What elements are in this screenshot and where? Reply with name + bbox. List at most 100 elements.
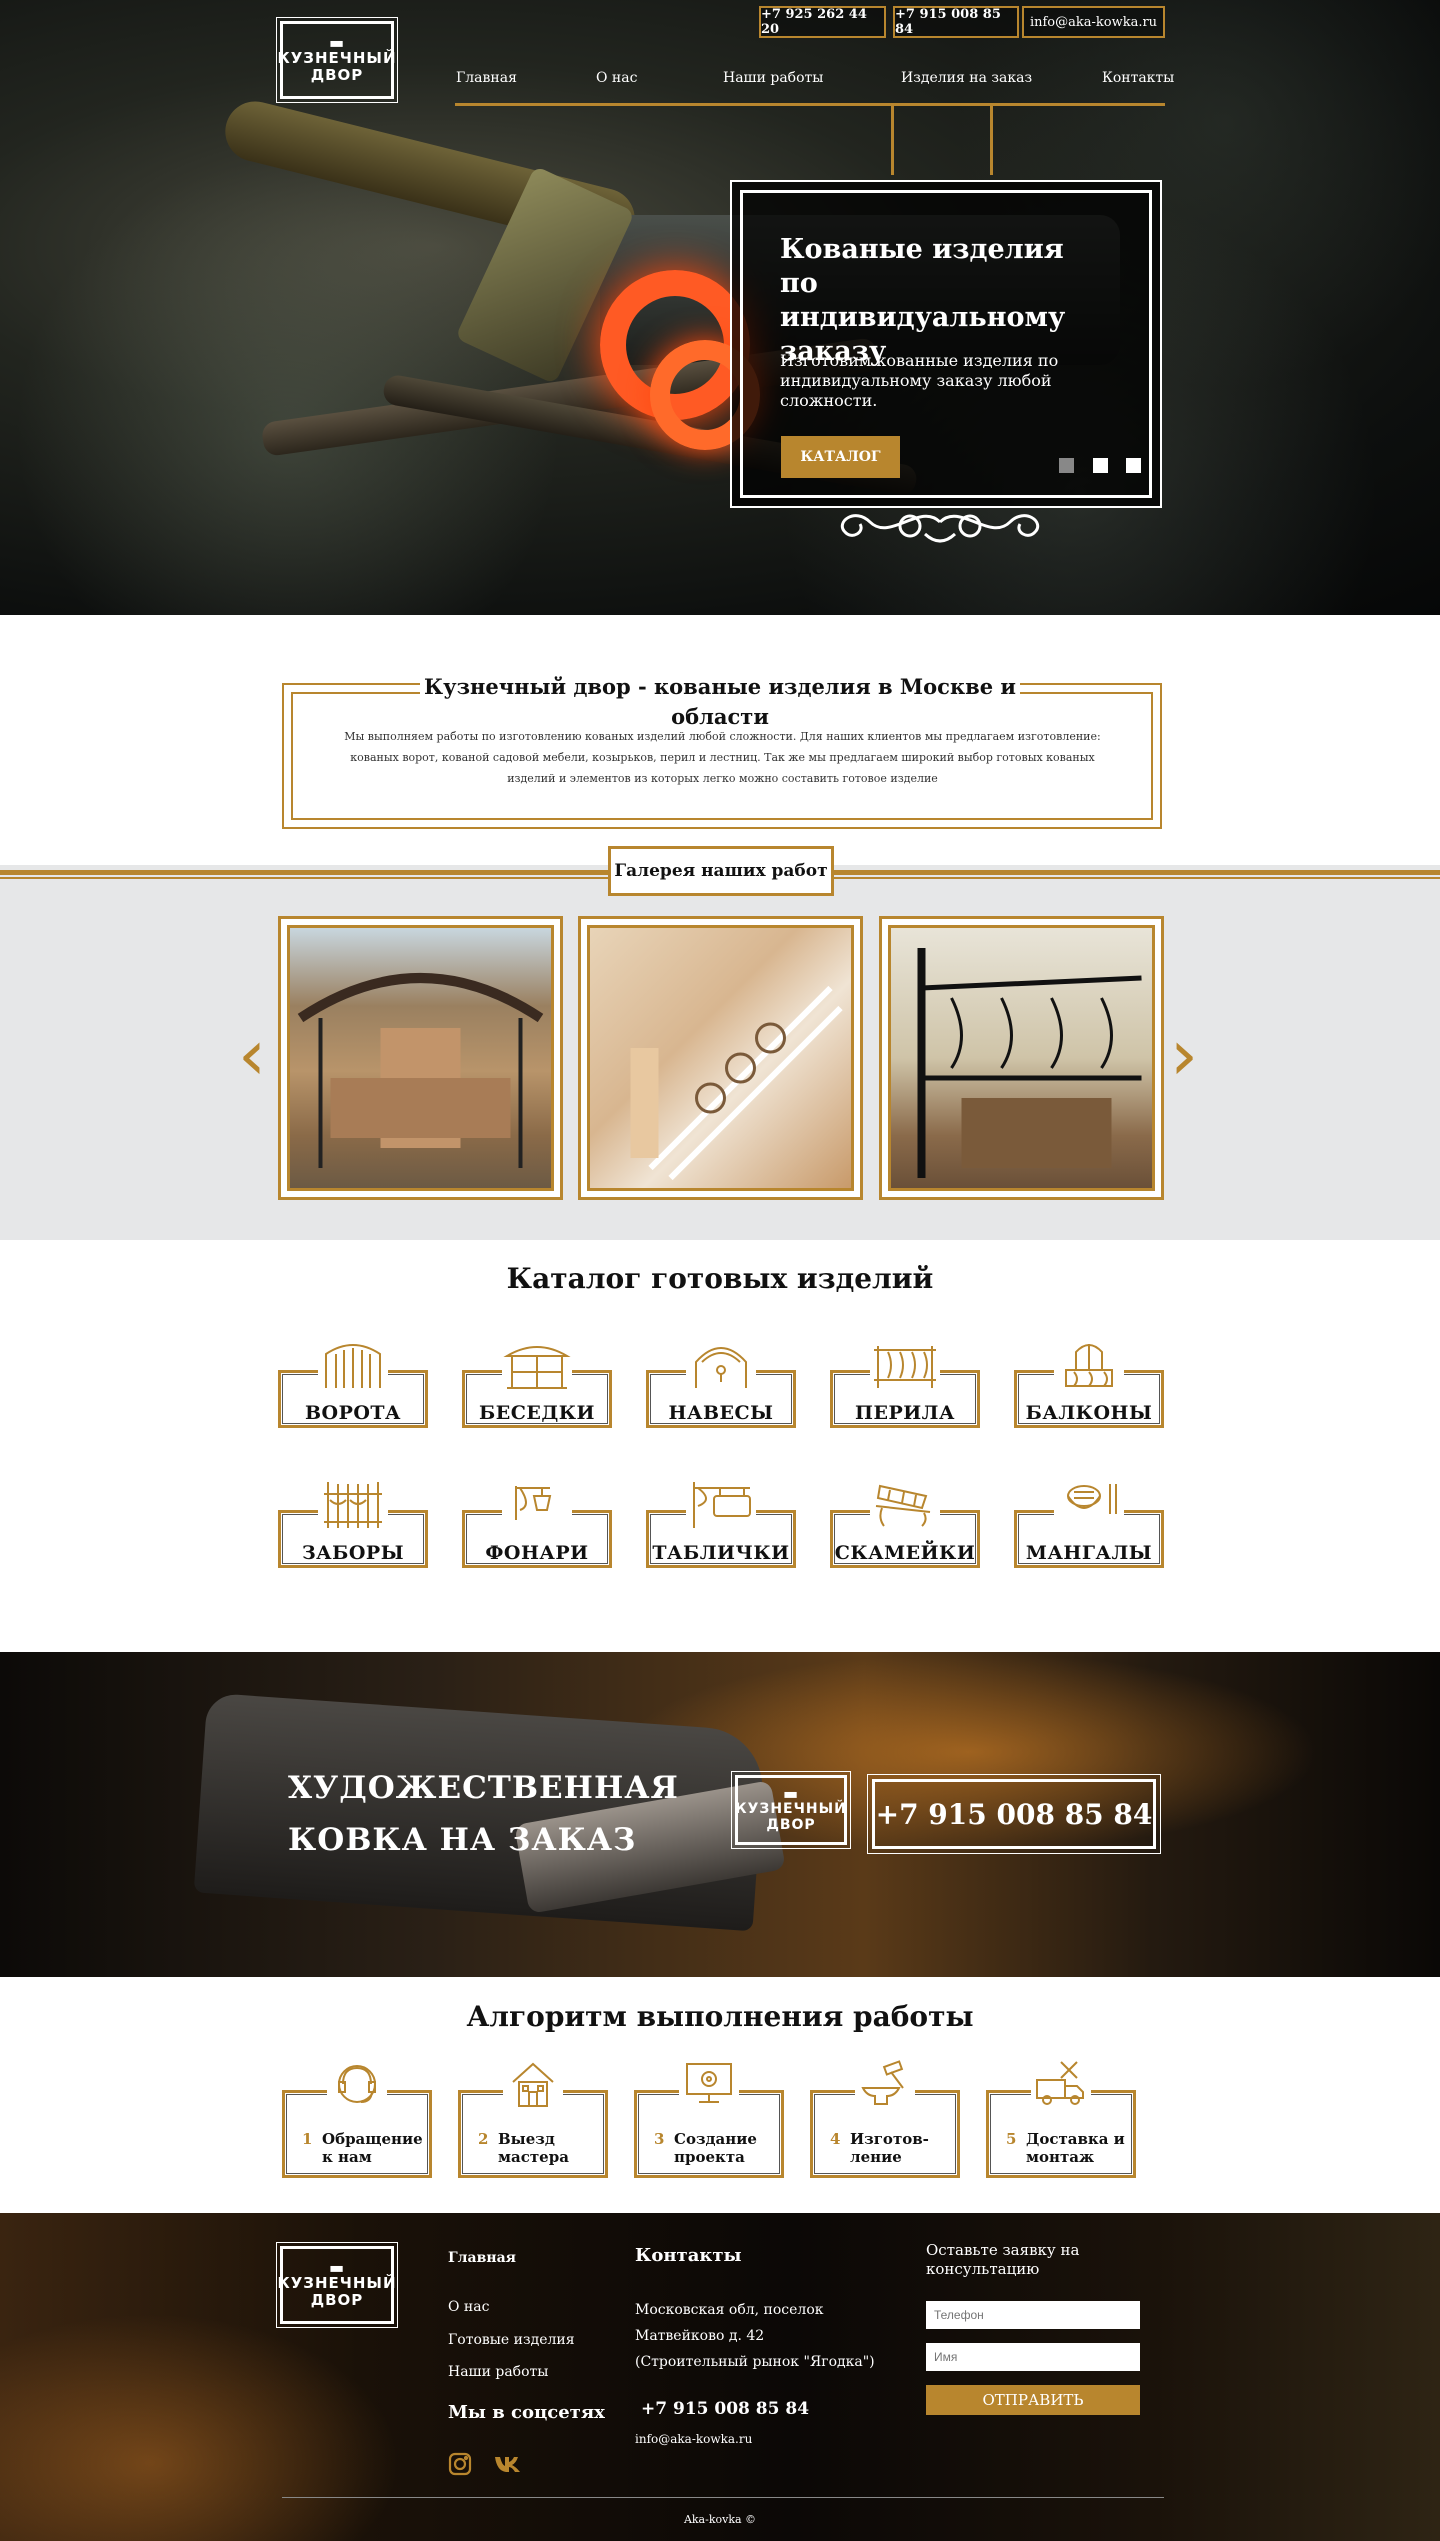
footer-link-works[interactable]: Наши работы <box>448 2364 548 2380</box>
footer-phone[interactable]: +7 915 008 85 84 <box>641 2399 809 2419</box>
nav-accent-line <box>891 103 894 175</box>
catalog-button[interactable]: КАТАЛОГ <box>781 436 900 478</box>
railing-icon <box>870 1340 940 1390</box>
footer-contacts-title: Контакты <box>635 2245 742 2266</box>
phone-field[interactable] <box>926 2301 1140 2329</box>
catalog-label-railings: ПЕРИЛА <box>855 1402 955 1424</box>
bench-icon <box>870 1480 940 1530</box>
gallery-item-gazebo[interactable] <box>278 916 563 1200</box>
logo-line2: ДВОР <box>766 1817 816 1833</box>
footer-social-title: Мы в соцсетях <box>448 2402 605 2423</box>
catalog-label-canopies: НАВЕСЫ <box>668 1402 774 1424</box>
name-field[interactable] <box>926 2343 1140 2371</box>
truck-tools-icon <box>1031 2058 1091 2110</box>
step-visit: 2 Выезд мастера <box>458 2058 608 2178</box>
catalog-title: Каталог готовых изделий <box>506 1262 934 1295</box>
step-design: 3 Создание проекта <box>634 2058 784 2178</box>
catalog-label-benches: СКАМЕЙКИ <box>834 1542 976 1564</box>
vk-icon[interactable] <box>494 2455 522 2473</box>
cta-line1: ХУДОЖЕСТВЕННАЯ <box>288 1770 679 1806</box>
grill-icon <box>1054 1480 1124 1530</box>
catalog-item-balconies[interactable]: БАЛКОНЫ <box>1014 1340 1164 1428</box>
slider-dot-3[interactable] <box>1126 458 1141 473</box>
canopy-icon <box>686 1340 756 1390</box>
nav-accent-line <box>990 103 993 175</box>
railing-photo <box>888 925 1155 1191</box>
catalog-label-fences: ЗАБОРЫ <box>301 1542 405 1564</box>
phone2-link[interactable]: +7 915 008 85 84 <box>893 6 1019 38</box>
instagram-icon[interactable] <box>448 2452 472 2476</box>
catalog-label-lanterns: ФОНАРИ <box>485 1542 589 1564</box>
balcony-icon <box>1054 1340 1124 1390</box>
gallery-item-stairs[interactable] <box>578 916 863 1200</box>
nav-custom[interactable]: Изделия на заказ <box>901 70 1032 86</box>
hero-banner <box>0 0 1440 615</box>
catalog-item-grills[interactable]: МАНГАЛЫ <box>1014 1480 1164 1568</box>
site-logo[interactable]: ▬ КУЗНЕЧНЫЙ ДВОР <box>276 17 398 103</box>
house-icon <box>503 2058 563 2110</box>
lantern-icon <box>502 1480 572 1530</box>
headset-icon <box>327 2058 387 2110</box>
cta-logo: ▬ КУЗНЕЧНЫЙ ДВОР <box>731 1771 851 1849</box>
catalog-label-gazebos: БЕСЕДКИ <box>479 1402 595 1424</box>
nav-works[interactable]: Наши работы <box>723 70 823 86</box>
step-label: Создание проекта <box>674 2130 757 2166</box>
gazebo-icon <box>502 1340 572 1390</box>
sign-icon <box>686 1480 756 1530</box>
step-num: 3 <box>654 2130 665 2148</box>
gallery-next-icon[interactable]: › <box>1170 1020 1198 1090</box>
anvil-icon: ▬ <box>328 33 346 52</box>
footer-link-products[interactable]: Готовые изделия <box>448 2332 575 2348</box>
email-link[interactable]: info@aka-kowka.ru <box>1022 6 1165 38</box>
catalog-label-signs: ТАБЛИЧКИ <box>652 1542 790 1564</box>
gazebo-photo <box>287 925 554 1191</box>
footer-link-about[interactable]: О нас <box>448 2299 489 2315</box>
logo-line2: ДВОР <box>310 2291 364 2309</box>
logo-line1: КУЗНЕЧНЫЙ <box>277 2274 397 2292</box>
gallery-item-railing[interactable] <box>879 916 1164 1200</box>
catalog-item-gates[interactable]: ВОРОТА <box>278 1340 428 1428</box>
cta-banner <box>0 1652 1440 1977</box>
slider-dot-2[interactable] <box>1093 458 1108 473</box>
cta-phone[interactable]: +7 915 008 85 84 <box>867 1774 1161 1854</box>
phone1-link[interactable]: +7 925 262 44 20 <box>759 6 886 38</box>
anvil-icon: ▬ <box>782 1784 800 1803</box>
step-label: Доставка и монтаж <box>1026 2130 1125 2166</box>
catalog-item-benches[interactable]: СКАМЕЙКИ <box>830 1480 980 1568</box>
nav-divider <box>455 103 1165 106</box>
footer-logo[interactable]: ▬ КУЗНЕЧНЫЙ ДВОР <box>276 2242 398 2328</box>
catalog-item-canopies[interactable]: НАВЕСЫ <box>646 1340 796 1428</box>
submit-button[interactable]: ОТПРАВИТЬ <box>926 2385 1140 2415</box>
anvil-icon: ▬ <box>328 2258 346 2277</box>
gallery-prev-icon[interactable]: ‹ <box>238 1020 266 1090</box>
footer-address: Московская обл, поселок Матвейково д. 42… <box>635 2302 875 2370</box>
step-num: 5 <box>1006 2130 1017 2148</box>
gates-icon <box>318 1340 388 1390</box>
step-delivery: 5 Доставка и монтаж <box>986 2058 1136 2178</box>
nav-contacts[interactable]: Контакты <box>1102 70 1174 86</box>
footer-email[interactable]: info@aka-kowka.ru <box>635 2432 752 2446</box>
hero-text: Изготовим кованные изделия по индивидуал… <box>780 351 1059 410</box>
copyright: Aka-kovka © <box>683 2513 757 2526</box>
step-contact: 1 Обращение к нам <box>282 2058 432 2178</box>
catalog-item-gazebos[interactable]: БЕСЕДКИ <box>462 1340 612 1428</box>
nav-about[interactable]: О нас <box>596 70 637 86</box>
catalog-item-railings[interactable]: ПЕРИЛА <box>830 1340 980 1428</box>
slider-dot-1[interactable] <box>1059 458 1074 473</box>
step-label: Изготов-ление <box>850 2130 929 2166</box>
step-manufacture: 4 Изготов-ление <box>810 2058 960 2178</box>
intro-title: Кузнечный двор - кованые изделия в Москв… <box>420 672 1020 729</box>
monitor-icon <box>679 2058 739 2110</box>
step-label: Обращение к нам <box>322 2130 423 2166</box>
catalog-item-lanterns[interactable]: ФОНАРИ <box>462 1480 612 1568</box>
step-num: 4 <box>830 2130 841 2148</box>
hero-title: Кованые изделия по индивидуальному заказ… <box>780 234 1066 367</box>
catalog-item-signs[interactable]: ТАБЛИЧКИ <box>646 1480 796 1568</box>
catalog-label-gates: ВОРОТА <box>304 1402 402 1424</box>
footer-link-home[interactable]: Главная <box>448 2250 516 2266</box>
catalog-item-fences[interactable]: ЗАБОРЫ <box>278 1480 428 1568</box>
stairs-photo <box>587 925 854 1191</box>
intro-text: Мы выполняем работы по изготовлению кова… <box>344 730 1101 785</box>
catalog-label-balconies: БАЛКОНЫ <box>1025 1402 1153 1424</box>
nav-home[interactable]: Главная <box>456 70 517 86</box>
